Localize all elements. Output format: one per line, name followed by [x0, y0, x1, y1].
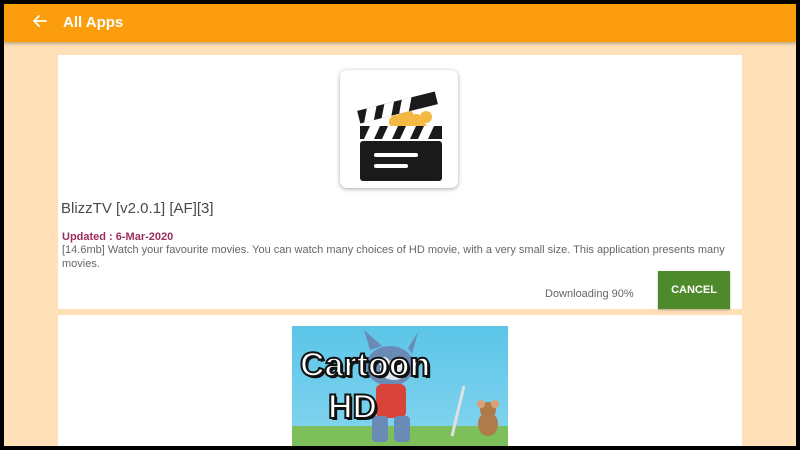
back-button[interactable]	[28, 11, 52, 35]
page-title: All Apps	[63, 14, 124, 31]
thumbnail-title-line2: HD	[327, 387, 378, 427]
app-name: BlizzTV [v2.0.1] [AF][3]	[61, 200, 214, 217]
cartoon-thumbnail: Cartoon HD	[292, 326, 508, 446]
app-card[interactable]: Cartoon HD	[58, 315, 742, 446]
download-status: Downloading 90%	[545, 288, 634, 300]
cancel-button[interactable]: CANCEL	[658, 271, 730, 309]
updated-date: Updated : 6-Mar-2020	[62, 231, 174, 243]
app-card[interactable]: BlizzTV [v2.0.1] [AF][3] Updated : 6-Mar…	[58, 55, 742, 309]
app-screen: All Apps BlizzTV [v2.0.1] [AF][3] Update…	[4, 4, 796, 446]
app-description: [14.6mb] Watch your favourite movies. Yo…	[62, 244, 725, 270]
thumbnail-title-line1: Cartoon	[299, 345, 431, 385]
arrow-left-icon	[33, 14, 47, 32]
app-bar: All Apps	[4, 4, 796, 42]
app-icon	[340, 70, 458, 188]
clapperboard-icon	[340, 91, 458, 192]
